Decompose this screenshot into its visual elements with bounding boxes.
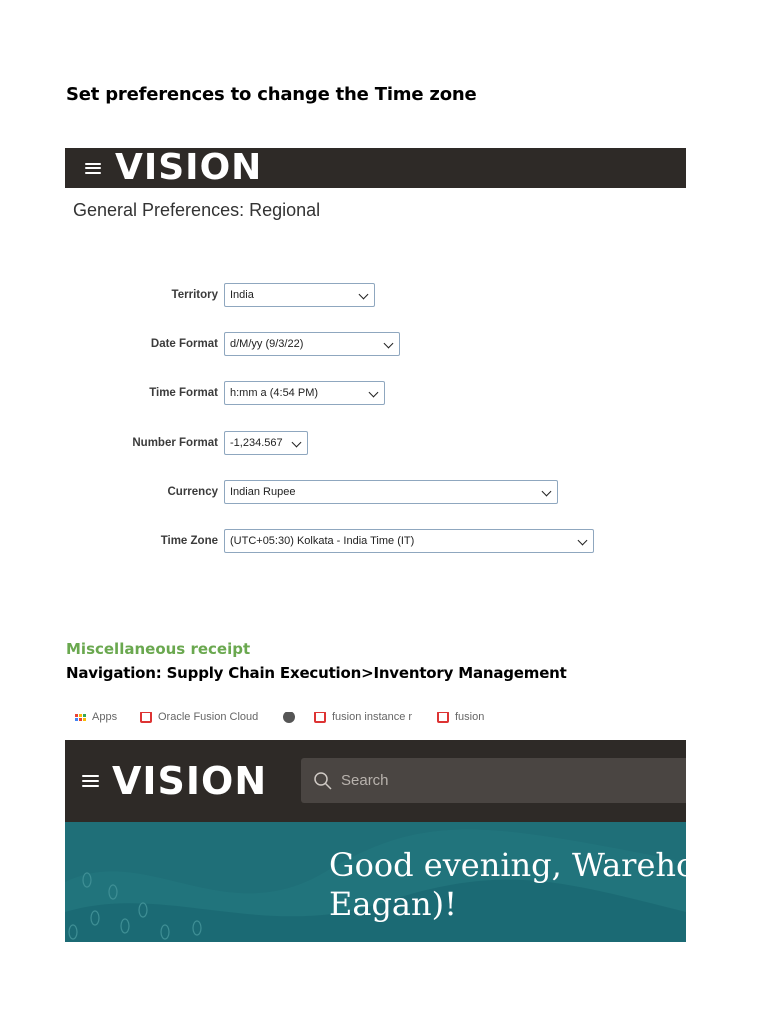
vision-logo[interactable]: VISION bbox=[115, 148, 262, 188]
territory-select[interactable]: India bbox=[224, 283, 375, 307]
vision-home-header: VISION Search bbox=[65, 740, 686, 822]
currency-select[interactable]: Indian Rupee bbox=[224, 480, 558, 504]
form-row-time-zone: Time Zone (UTC+05:30) Kolkata - India Ti… bbox=[0, 528, 594, 554]
welcome-banner: Good evening, Warehou Eagan)! bbox=[65, 822, 686, 942]
time-format-label: Time Format bbox=[149, 387, 218, 399]
greeting-line-2: Eagan)! bbox=[329, 885, 457, 923]
vision-logo[interactable]: VISION bbox=[112, 759, 267, 803]
number-format-value: -1,234.567 bbox=[230, 437, 283, 449]
time-zone-label: Time Zone bbox=[160, 535, 218, 547]
bookmark-label: Oracle Fusion Cloud bbox=[158, 712, 259, 723]
date-format-value: d/M/yy (9/3/22) bbox=[230, 338, 304, 350]
form-row-date-format: Date Format d/M/yy (9/3/22) bbox=[0, 331, 400, 357]
form-row-territory: Territory India bbox=[0, 282, 375, 308]
number-format-select[interactable]: -1,234.567 bbox=[224, 431, 308, 455]
oracle-icon bbox=[314, 712, 326, 723]
chevron-down-icon bbox=[383, 338, 394, 349]
search-placeholder: Search bbox=[341, 772, 389, 789]
misc-receipt-heading: Miscellaneous receipt bbox=[66, 640, 251, 658]
bookmark-label: fusion instance r bbox=[332, 712, 413, 723]
bookmarks-bar: Apps Oracle Fusion Cloud fusion instance… bbox=[65, 712, 686, 740]
oracle-icon bbox=[437, 712, 449, 723]
time-zone-select[interactable]: (UTC+05:30) Kolkata - India Time (IT) bbox=[224, 529, 594, 553]
bookmark-apps[interactable]: Apps bbox=[75, 712, 117, 723]
oracle-icon bbox=[140, 712, 152, 723]
time-zone-value: (UTC+05:30) Kolkata - India Time (IT) bbox=[230, 535, 415, 547]
bookmark-label: fusion bbox=[455, 712, 485, 723]
navigation-path: Navigation: Supply Chain Execution>Inven… bbox=[66, 664, 567, 682]
time-format-value: h:mm a (4:54 PM) bbox=[230, 387, 319, 399]
apps-grid-icon bbox=[75, 713, 86, 721]
vision-header-bar: VISION bbox=[65, 148, 686, 188]
currency-label: Currency bbox=[167, 486, 219, 498]
page-title: General Preferences: Regional bbox=[73, 200, 321, 220]
form-row-time-format: Time Format h:mm a (4:54 PM) bbox=[0, 380, 385, 406]
number-format-label: Number Format bbox=[132, 437, 218, 449]
chevron-down-icon bbox=[358, 289, 369, 300]
bookmark-label: Apps bbox=[92, 712, 118, 723]
greeting-text: Good evening, Warehou Eagan)! bbox=[329, 846, 686, 924]
search-input[interactable]: Search bbox=[301, 758, 686, 803]
bookmark-globe[interactable] bbox=[283, 712, 301, 723]
chevron-down-icon bbox=[541, 486, 552, 497]
bookmark-oracle-fusion[interactable]: Oracle Fusion Cloud bbox=[140, 712, 258, 723]
territory-value: India bbox=[230, 289, 254, 301]
menu-icon[interactable] bbox=[82, 772, 99, 790]
form-row-currency: Currency Indian Rupee bbox=[0, 479, 558, 505]
bookmark-fusion-instance[interactable]: fusion instance r bbox=[314, 712, 412, 723]
currency-value: Indian Rupee bbox=[230, 486, 296, 498]
date-format-label: Date Format bbox=[150, 338, 218, 350]
chevron-down-icon bbox=[577, 535, 588, 546]
greeting-line-1: Good evening, Warehou bbox=[329, 846, 686, 884]
chevron-down-icon bbox=[291, 437, 302, 448]
menu-icon[interactable] bbox=[85, 160, 101, 176]
document-heading: Set preferences to change the Time zone bbox=[66, 84, 477, 105]
search-icon bbox=[314, 771, 332, 790]
globe-icon bbox=[283, 712, 295, 723]
date-format-select[interactable]: d/M/yy (9/3/22) bbox=[224, 332, 400, 356]
form-row-number-format: Number Format -1,234.567 bbox=[0, 430, 308, 456]
bookmark-fusion[interactable]: fusion bbox=[437, 712, 484, 723]
chevron-down-icon bbox=[368, 387, 379, 398]
territory-label: Territory bbox=[171, 289, 218, 301]
time-format-select[interactable]: h:mm a (4:54 PM) bbox=[224, 381, 385, 405]
